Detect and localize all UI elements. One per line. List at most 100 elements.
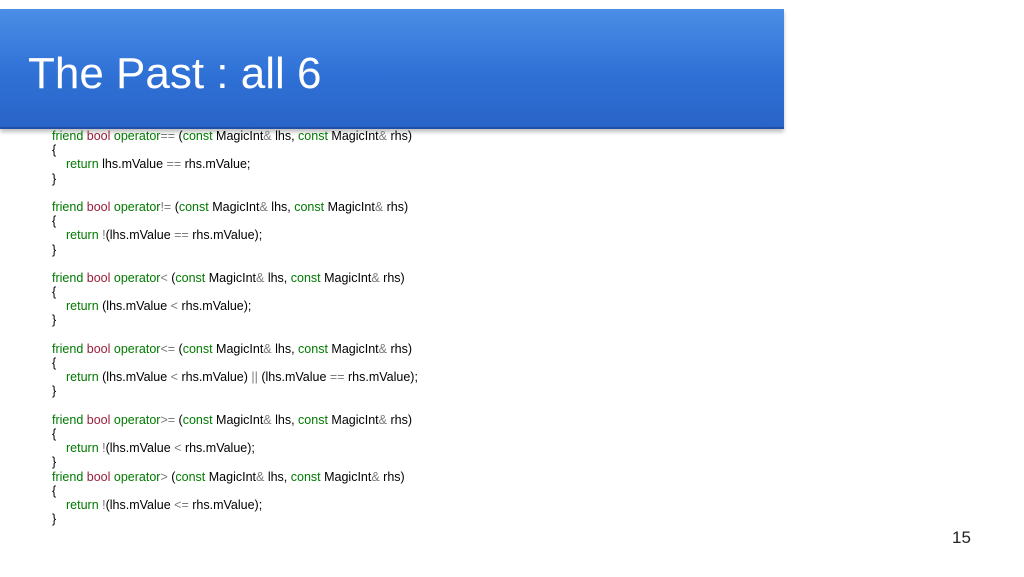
code-open-brace: { — [52, 426, 57, 441]
code-close-brace: } — [52, 384, 57, 399]
operator-symbol: ! — [98, 441, 106, 456]
code-text: lhs.mValue — [98, 157, 167, 172]
keyword-return: return — [66, 157, 99, 172]
code-text: MagicInt — [212, 412, 264, 427]
code-text: MagicInt — [205, 469, 256, 484]
code-body-le: return (lhs.mValue < rhs.mValue) || (lhs… — [52, 370, 418, 384]
code-body-lt: return (lhs.mValue < rhs.mValue); — [52, 299, 418, 313]
keyword-const: const — [290, 270, 321, 285]
code-signature-gt: friend bool operator> (const MagicInt& l… — [52, 470, 418, 484]
code-text: rhs.mValue); — [344, 370, 418, 385]
code-open-brace: { — [52, 483, 57, 498]
code-text: MagicInt — [208, 199, 260, 214]
code-text: rhs.mValue) — [177, 370, 252, 385]
keyword-operator: operator — [110, 270, 161, 285]
code-text: (lhs.mValue — [98, 370, 171, 385]
code-signature-le: friend bool operator<= (const MagicInt& … — [52, 342, 418, 356]
slide-title: The Past : all 6 — [28, 49, 322, 98]
code-body-neq: return !(lhs.mValue == rhs.mValue); — [52, 228, 418, 242]
operator-symbol: < — [170, 299, 178, 314]
code-text: rhs) — [387, 129, 412, 143]
keyword-operator: operator — [110, 341, 161, 356]
operator-symbol: ! — [98, 228, 106, 243]
operator-symbol: == — [166, 157, 182, 172]
type-bool: bool — [86, 469, 111, 484]
type-bool: bool — [86, 199, 111, 214]
code-text: (lhs.mValue — [257, 370, 330, 385]
operator-symbol: & — [263, 341, 272, 356]
keyword-const: const — [298, 341, 328, 356]
keyword-friend: friend — [52, 199, 84, 214]
code-text: rhs.mValue); — [188, 228, 263, 243]
code-text: MagicInt — [324, 199, 375, 214]
code-open-brace: { — [52, 143, 57, 158]
code-text: rhs) — [379, 270, 405, 285]
operator-symbol: & — [371, 469, 380, 484]
code-close-brace: } — [52, 512, 57, 527]
operator-symbol: & — [374, 199, 384, 214]
operator-symbol: != — [160, 199, 172, 214]
operator-symbol: > — [160, 469, 168, 484]
keyword-const: const — [182, 412, 213, 427]
operator-symbol: == — [329, 370, 345, 385]
code-gap — [52, 399, 418, 413]
keyword-return: return — [66, 370, 99, 385]
code-text: MagicInt — [212, 129, 264, 143]
code-text: MagicInt — [212, 341, 264, 356]
code-gap — [52, 257, 418, 271]
keyword-friend: friend — [52, 270, 84, 285]
code-text: (lhs.mValue — [105, 497, 175, 512]
code-signature-neq: friend bool operator!= (const MagicInt& … — [52, 200, 418, 214]
code-text: ( — [175, 341, 183, 356]
code-gap — [52, 186, 418, 200]
keyword-return: return — [66, 299, 99, 314]
code-text: lhs, — [271, 129, 299, 143]
type-bool: bool — [86, 270, 111, 285]
code-text: MagicInt — [327, 341, 379, 356]
code-text: rhs.mValue); — [188, 497, 263, 512]
code-text: MagicInt — [320, 270, 372, 285]
code-text: (lhs.mValue — [105, 441, 175, 456]
keyword-return: return — [66, 497, 99, 512]
keyword-const: const — [175, 270, 206, 285]
keyword-operator: operator — [110, 412, 161, 427]
keyword-friend: friend — [52, 469, 84, 484]
keyword-const: const — [178, 199, 209, 214]
operator-symbol: >= — [160, 412, 176, 427]
code-text: rhs.mValue); — [177, 299, 252, 314]
operator-symbol: < — [160, 270, 168, 285]
type-bool: bool — [86, 412, 111, 427]
title-bar: The Past : all 6 — [0, 9, 784, 129]
code-close-brace: } — [52, 171, 57, 186]
keyword-const: const — [182, 129, 213, 143]
keyword-friend: friend — [52, 129, 84, 143]
operator-symbol: ! — [98, 497, 106, 512]
code-text: (lhs.mValue — [105, 228, 175, 243]
code-text: ( — [175, 412, 183, 427]
keyword-return: return — [66, 441, 99, 456]
code-close-brace: } — [52, 313, 57, 328]
code-text: lhs, — [267, 199, 295, 214]
code-open-brace: { — [52, 356, 57, 370]
keyword-const: const — [298, 129, 328, 143]
keyword-friend: friend — [52, 412, 84, 427]
code-text: lhs, — [271, 412, 299, 427]
code-gap — [52, 328, 418, 342]
code-open-brace: { — [52, 214, 57, 229]
code-text: rhs) — [387, 341, 412, 356]
page-number: 15 — [952, 528, 971, 547]
keyword-const: const — [290, 469, 321, 484]
code-listing: friend bool operator== (const MagicInt& … — [52, 129, 418, 526]
operator-symbol: & — [378, 129, 387, 143]
code-body-ge: return !(lhs.mValue < rhs.mValue); — [52, 441, 418, 455]
operator-symbol: == — [174, 228, 189, 243]
keyword-operator: operator — [110, 129, 161, 143]
code-text: ( — [175, 129, 183, 143]
operator-symbol: <= — [160, 341, 176, 356]
code-text: MagicInt — [320, 469, 372, 484]
code-text: rhs) — [379, 469, 405, 484]
type-bool: bool — [86, 341, 111, 356]
code-close-brace: } — [52, 455, 57, 470]
code-text: MagicInt — [327, 412, 379, 427]
code-text: rhs) — [383, 199, 409, 214]
